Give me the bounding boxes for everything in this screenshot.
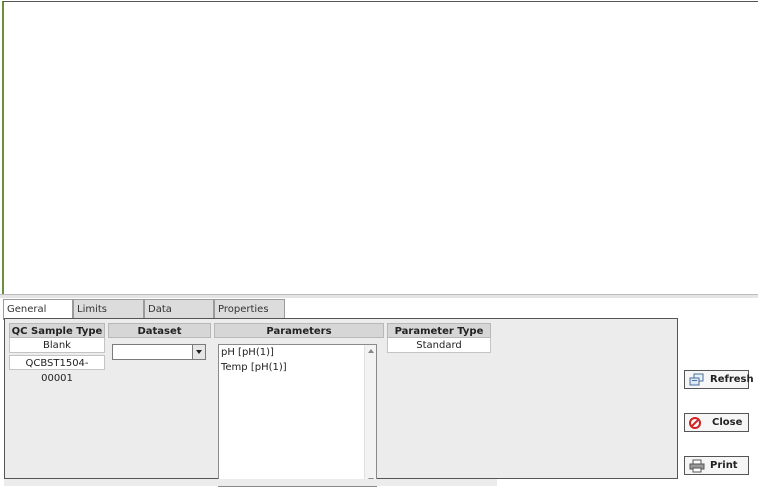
refresh-button[interactable]: Refresh: [684, 370, 754, 389]
refresh-icon: [689, 373, 705, 387]
chart-area: [2, 1, 758, 294]
dataset-group: Dataset: [108, 323, 211, 365]
panel-bottom-strip: [4, 479, 497, 486]
qc-sample-type-header: QC Sample Type: [9, 323, 105, 338]
list-item[interactable]: pH [pH(1)]: [219, 345, 376, 360]
parameters-group: Parameters pH [pH(1)] Temp [pH(1)]: [214, 323, 384, 489]
dataset-header: Dataset: [108, 323, 211, 338]
tab-limits[interactable]: Limits: [73, 299, 144, 318]
print-button-label: Print: [710, 460, 738, 471]
qc-sample-type-value[interactable]: Blank: [9, 338, 105, 353]
tab-data[interactable]: Data: [144, 299, 214, 318]
parameter-type-group: Parameter Type Standard: [387, 323, 491, 353]
tab-properties[interactable]: Properties: [214, 299, 285, 318]
close-icon: [689, 416, 701, 429]
scroll-up-icon[interactable]: [368, 349, 374, 353]
refresh-button-label: Refresh: [710, 374, 754, 385]
qc-sample-id[interactable]: QCBST1504-00001: [9, 355, 105, 384]
close-button[interactable]: Close: [684, 413, 749, 432]
print-button[interactable]: Print: [684, 456, 749, 475]
dataset-select[interactable]: [112, 344, 206, 360]
parameter-type-value[interactable]: Standard: [387, 338, 491, 353]
qc-sample-type-group: QC Sample Type Blank QCBST1504-00001: [9, 323, 105, 384]
chevron-down-icon: [196, 350, 202, 354]
parameters-scrollbar[interactable]: [364, 345, 376, 486]
list-item[interactable]: Temp [pH(1)]: [219, 360, 376, 375]
parameter-type-header: Parameter Type: [387, 323, 491, 338]
dataset-dropdown-button[interactable]: [192, 345, 205, 359]
parameters-header: Parameters: [214, 323, 384, 338]
close-button-label: Close: [712, 417, 743, 428]
splitter[interactable]: [0, 294, 758, 298]
printer-icon: [689, 459, 705, 473]
parameters-list[interactable]: pH [pH(1)] Temp [pH(1)]: [218, 344, 377, 487]
general-panel: QC Sample Type Blank QCBST1504-00001 Dat…: [4, 318, 678, 487]
tab-general[interactable]: General: [3, 299, 73, 320]
